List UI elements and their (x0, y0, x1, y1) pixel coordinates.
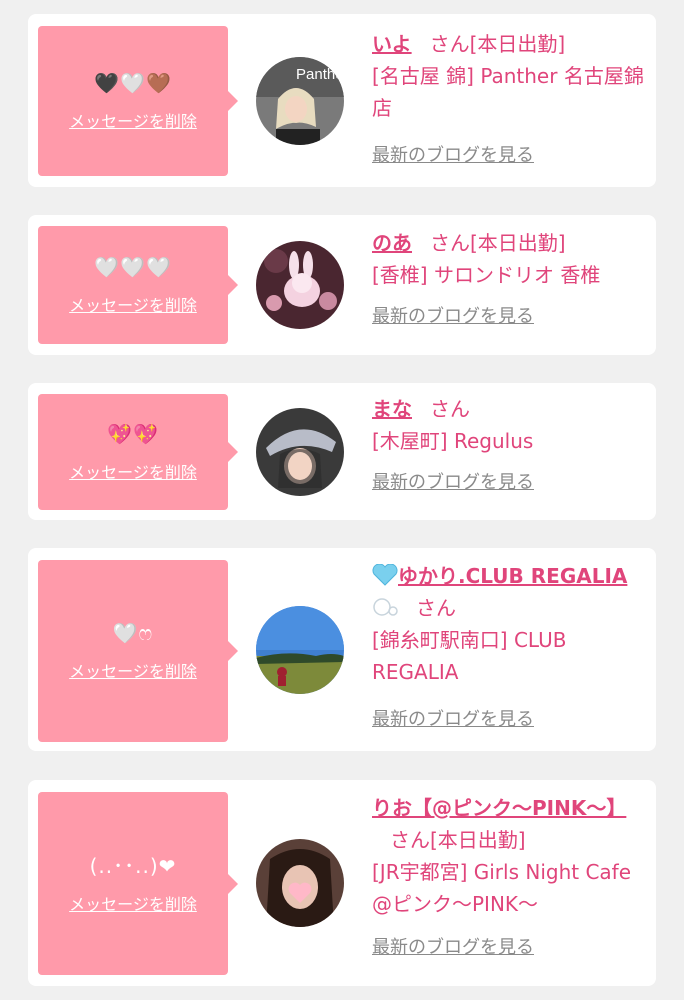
girl-name-link[interactable]: のあ (372, 231, 412, 255)
message-bubble: (..･･..)❤ メッセージを削除 (38, 792, 238, 975)
latest-blog-link[interactable]: 最新のブログを見る (372, 704, 534, 736)
girl-info: まな さん [木屋町] Regulus 最新のブログを見る (372, 393, 648, 499)
avatar[interactable] (256, 606, 344, 694)
name-line: いよ さん[本日出勤] (372, 28, 648, 60)
status-badge: [本日出勤] (430, 828, 526, 852)
message-text: (..･･..)❤ (89, 853, 177, 878)
delete-message-link[interactable]: メッセージを削除 (69, 891, 197, 915)
blue-heart-icon (372, 564, 398, 586)
shop-name: [名古屋 錦] Panther 名古屋錦店 (372, 64, 644, 120)
status-badge: [本日出勤] (470, 231, 566, 255)
shop-name: [香椎] サロンドリオ 香椎 (372, 263, 601, 287)
avatar[interactable] (256, 408, 344, 496)
honorific: さん (429, 32, 470, 56)
girl-info: いよ さん[本日出勤] [名古屋 錦] Panther 名古屋錦店 最新のブログを… (372, 28, 648, 172)
girl-info: のあ さん[本日出勤] [香椎] サロンドリオ 香椎 最新のブログを見る (372, 227, 648, 333)
latest-blog-link[interactable]: 最新のブログを見る (372, 140, 534, 172)
girl-name-link[interactable]: まな (372, 397, 412, 421)
shop-name: [JR宇都宮] Girls Night Cafe @ピンク〜PINK〜 (372, 860, 632, 916)
message-bubble: 🖤🤍🤎 メッセージを削除 (38, 26, 238, 176)
latest-blog-link[interactable]: 最新のブログを見る (372, 301, 534, 333)
latest-blog-link[interactable]: 最新のブログを見る (372, 932, 534, 964)
girl-info: りお【@ピンク〜PINK〜】さん[本日出勤] [JR宇都宮] Girls Nig… (372, 792, 648, 964)
message-bubble: 🤍🤍🤍 メッセージを削除 (38, 226, 238, 344)
shop-name: [木屋町] Regulus (372, 429, 534, 453)
message-text: 🖤🤍🤎 (94, 71, 172, 95)
honorific: さん (416, 596, 456, 620)
avatar-text: Panther (296, 66, 344, 83)
message-card: 💖💖 メッセージを削除 まな さん [木屋町] Regulus 最新のブログを見る (28, 383, 656, 520)
delete-message-link[interactable]: メッセージを削除 (69, 459, 197, 483)
bubbles-icon (373, 598, 398, 616)
message-text: 🤍ෆ (112, 621, 154, 645)
honorific: さん (390, 828, 430, 852)
name-line: のあ さん[本日出勤] (372, 227, 648, 259)
girl-name-link[interactable]: りお【@ピンク〜PINK〜】 (372, 796, 626, 820)
message-card: (..･･..)❤ メッセージを削除 りお【@ピンク〜PINK〜】さん[本日出勤… (28, 780, 656, 986)
girl-name-link[interactable]: いよ (372, 32, 412, 56)
honorific: さん (430, 397, 470, 421)
message-card: 🤍ෆ メッセージを削除 ゆかり.CLUB REGALIA さん [錦糸町駅南口] … (28, 548, 656, 751)
message-card: 🤍🤍🤍 メッセージを削除 のあ さん[本日出勤] [香椎] サロンドリオ 香椎 最… (28, 215, 656, 355)
girl-name-link[interactable]: ゆかり.CLUB REGALIA (398, 564, 627, 588)
name-line: まな さん (372, 393, 648, 425)
latest-blog-link[interactable]: 最新のブログを見る (372, 467, 534, 499)
avatar[interactable]: Panther (256, 57, 344, 145)
girl-info: ゆかり.CLUB REGALIA さん [錦糸町駅南口] CLUB REGALIA… (372, 560, 648, 736)
message-card: 🖤🤍🤎 メッセージを削除 Panther いよ さん[本日出勤] [名古屋 錦] … (28, 14, 656, 187)
name-line: ゆかり.CLUB REGALIA さん (372, 560, 648, 624)
avatar[interactable] (256, 839, 344, 927)
message-list: 🖤🤍🤎 メッセージを削除 Panther いよ さん[本日出勤] [名古屋 錦] … (0, 0, 684, 1000)
delete-message-link[interactable]: メッセージを削除 (69, 108, 197, 132)
message-text: 🤍🤍🤍 (94, 255, 172, 279)
avatar[interactable] (256, 241, 344, 329)
message-bubble: 💖💖 メッセージを削除 (38, 394, 238, 510)
message-bubble: 🤍ෆ メッセージを削除 (38, 560, 238, 742)
name-line: りお【@ピンク〜PINK〜】さん[本日出勤] (372, 792, 648, 856)
delete-message-link[interactable]: メッセージを削除 (69, 292, 197, 316)
shop-name: [錦糸町駅南口] CLUB REGALIA (372, 628, 567, 684)
honorific: さん (430, 231, 470, 255)
message-text: 💖💖 (107, 422, 159, 446)
delete-message-link[interactable]: メッセージを削除 (69, 658, 197, 682)
status-badge: [本日出勤] (469, 32, 566, 56)
